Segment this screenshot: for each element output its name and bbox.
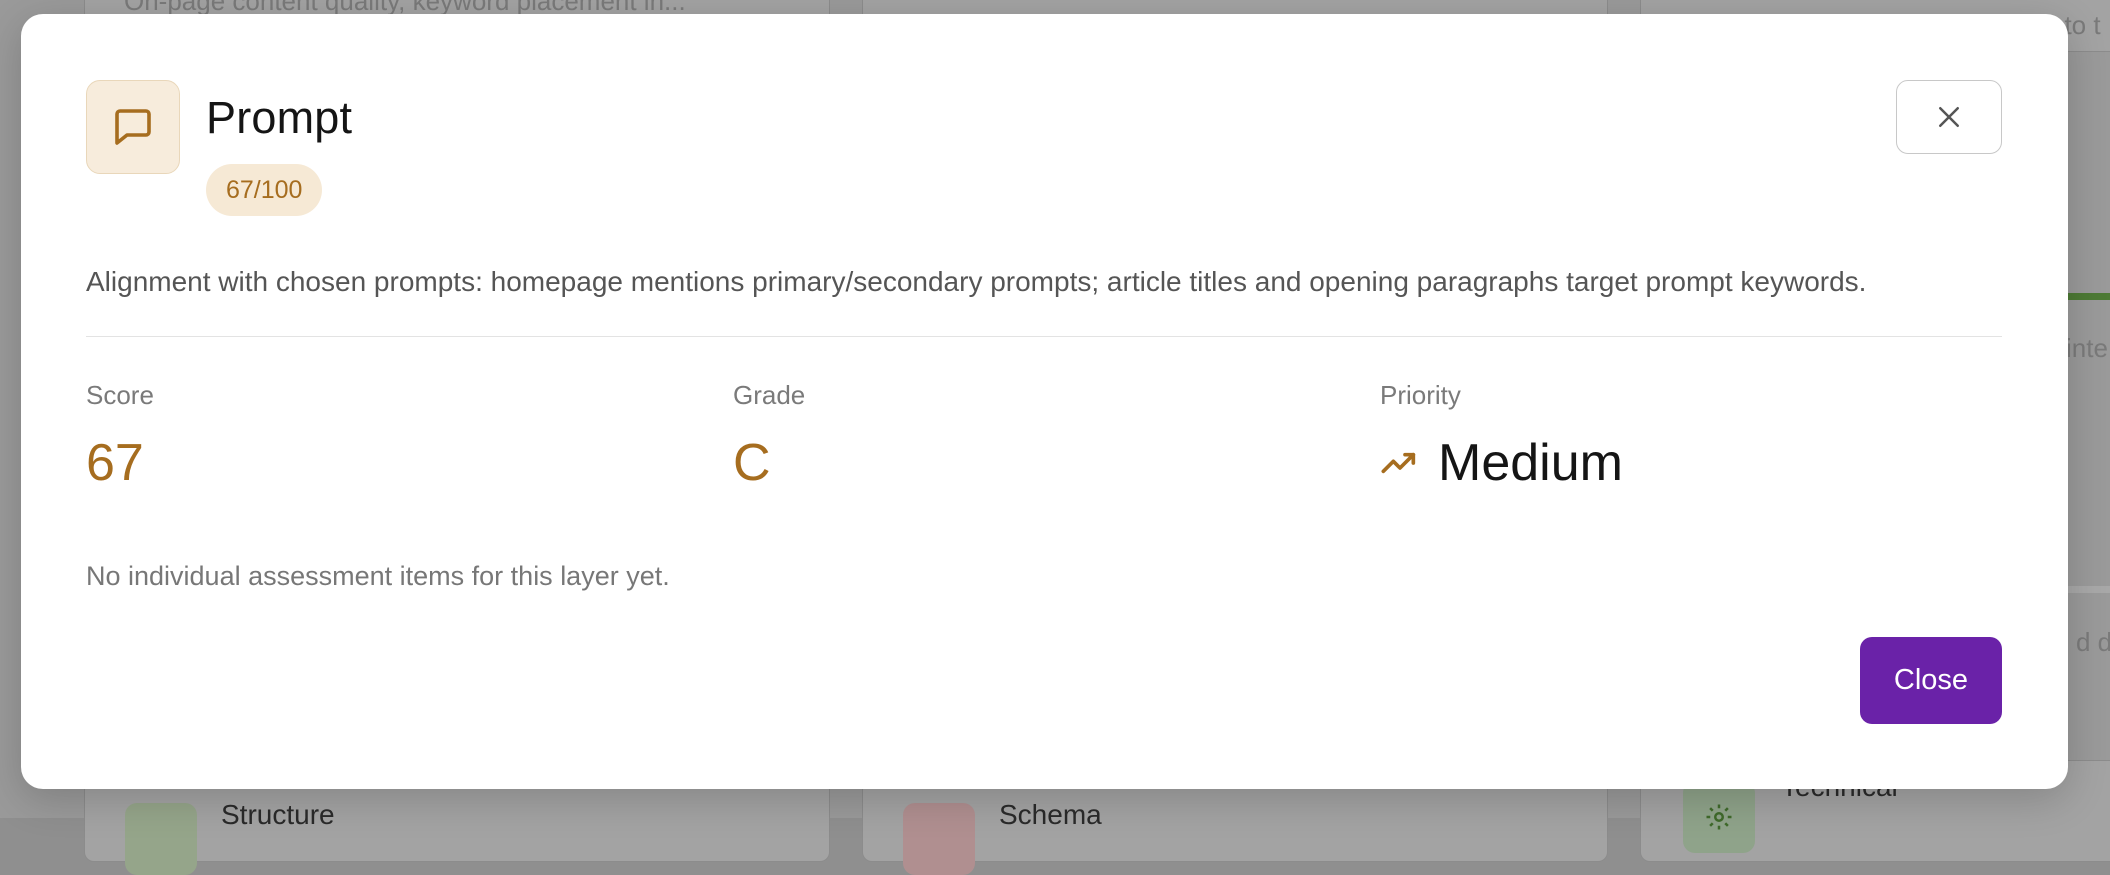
grade-stat: Grade C — [733, 380, 805, 493]
background-card-structure: Structure — [84, 780, 830, 875]
priority-label: Priority — [1380, 380, 1461, 410]
priority-stat: Priority Medium — [1380, 380, 1623, 493]
score-value: 67 — [86, 434, 144, 492]
grade-value: C — [733, 434, 771, 492]
background-card-schema: Schema — [862, 780, 1608, 875]
divider — [86, 336, 2002, 337]
background-snippet: inte — [2066, 333, 2108, 363]
grade-label: Grade — [733, 380, 806, 410]
layer-description: Alignment with chosen prompts: homepage … — [86, 266, 1867, 297]
structure-icon — [125, 803, 197, 875]
close-button[interactable]: Close — [1860, 637, 2002, 724]
score-stat: Score 67 — [86, 380, 154, 493]
priority-value: Medium — [1438, 434, 1623, 492]
close-icon-button[interactable] — [1896, 80, 2002, 154]
score-badge: 67/100 — [206, 164, 323, 216]
background-card-label: Structure — [221, 799, 335, 830]
layer-detail-modal: Prompt 67/100 Alignment with chosen prom… — [21, 14, 2068, 789]
modal-title: Prompt — [206, 92, 353, 143]
score-label: Score — [86, 380, 154, 410]
background-card-label: Schema — [999, 799, 1102, 830]
trending-up-icon — [1381, 452, 1416, 474]
empty-assessment-message: No individual assessment items for this … — [86, 561, 670, 591]
gear-icon — [1683, 781, 1755, 853]
close-icon — [1939, 107, 1959, 127]
message-square-icon — [86, 80, 180, 174]
schema-icon — [903, 803, 975, 875]
background-snippet: d da — [2076, 627, 2110, 657]
